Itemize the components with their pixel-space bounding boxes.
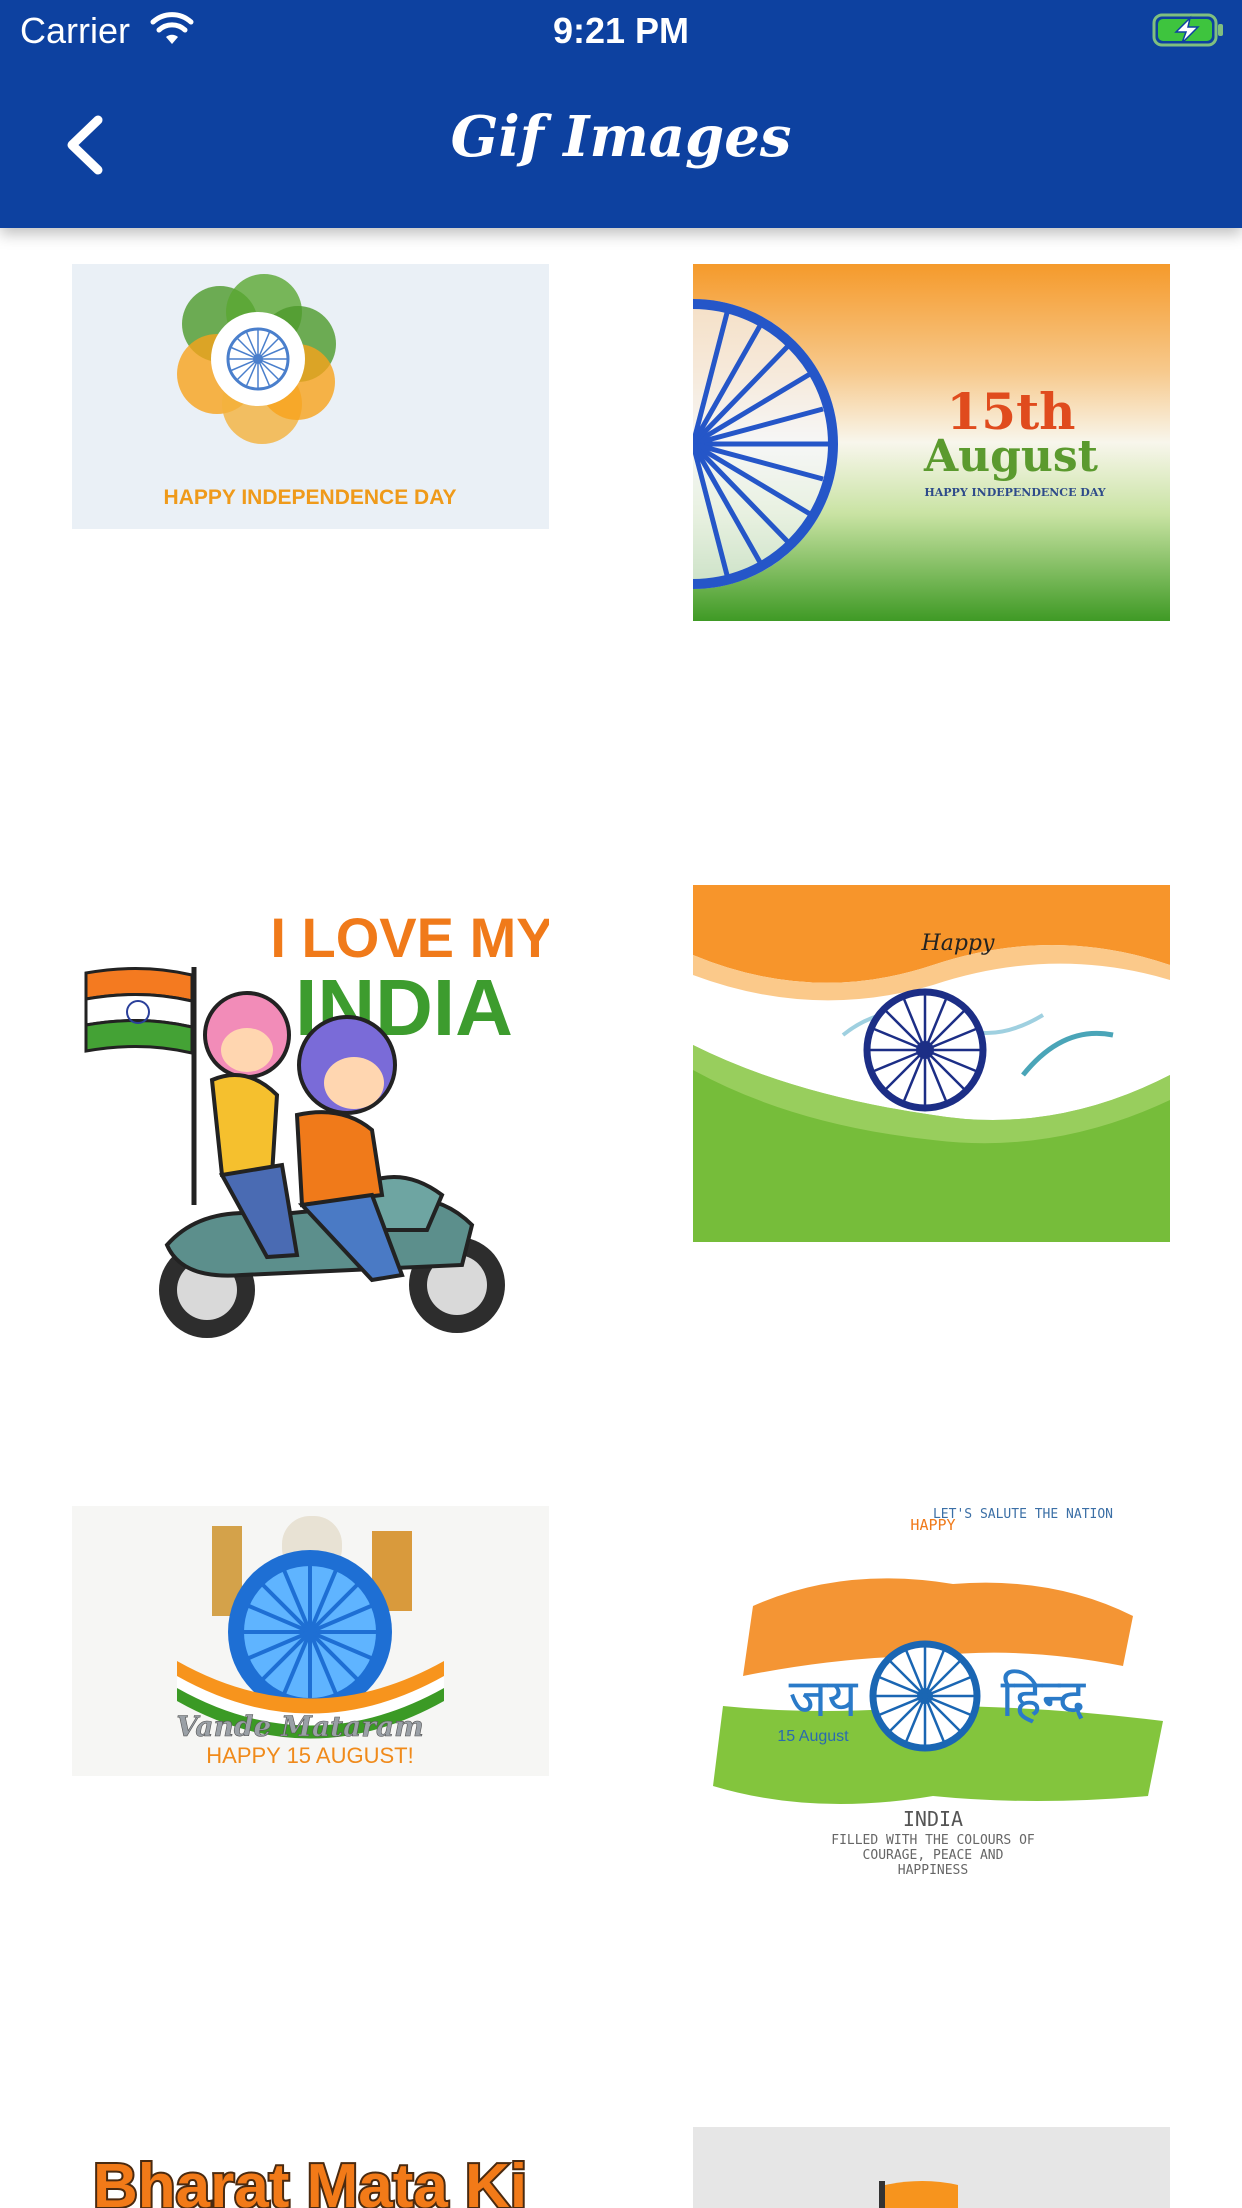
tile4-text: Happy	[921, 931, 995, 956]
gif-image-bharat-mata-ki: Bharat Mata Ki	[72, 2127, 549, 2208]
tile3-line1: I LOVE MY	[270, 906, 549, 969]
gif-tile-5[interactable]: Vande Mataram HAPPY 15 AUGUST!	[72, 1506, 549, 1776]
tile6-left: जय	[789, 1669, 859, 1729]
gif-image-15th-august: 15th August HAPPY INDEPENDENCE DAY	[693, 264, 1170, 621]
tile2-line2: August	[923, 431, 1099, 482]
gif-tile-2[interactable]: 15th August HAPPY INDEPENDENCE DAY	[693, 264, 1170, 621]
tile6-body1: FILLED WITH THE COLOURS OF	[831, 1833, 1035, 1848]
tile5-line2: HAPPY 15 AUGUST!	[206, 1743, 413, 1768]
gif-image-tricolor-wave: Happy	[693, 885, 1170, 1242]
tile1-caption: HAPPY INDEPENDENCE DAY	[164, 486, 457, 509]
gif-tile-1[interactable]: HAPPY INDEPENDENCE DAY	[72, 264, 549, 529]
app-header: Carrier 9:21 PM Gif Images	[0, 0, 1242, 228]
gif-tile-4[interactable]: Happy	[693, 885, 1170, 1242]
tile6-top: LET'S SALUTE THE NATION	[933, 1507, 1113, 1522]
navigation-bar: Gif Images	[0, 62, 1242, 228]
gif-tile-6[interactable]: LET'S SALUTE THE NATION HAPPY जय हिन्द 1…	[693, 1506, 1170, 1884]
tile6-happy: HAPPY	[910, 1516, 955, 1534]
gif-images-screen: Carrier 9:21 PM Gif Images HAPPY INDEPEN…	[0, 0, 1242, 2208]
gif-image-jai-hind: LET'S SALUTE THE NATION HAPPY जय हिन्द 1…	[693, 1506, 1170, 1884]
status-time: 9:21 PM	[552, 10, 690, 51]
tile5-line1: Vande Mataram	[176, 1710, 424, 1743]
battery-charging-icon	[1152, 13, 1223, 47]
tile6-date: 15 August	[777, 1728, 849, 1745]
gif-tile-8[interactable]	[693, 2127, 1170, 2208]
tile6-body2: COURAGE, PEACE AND	[863, 1848, 1004, 1863]
gif-tile-3[interactable]: I LOVE MY INDIA	[72, 885, 549, 1350]
gif-image-flag-pole	[693, 2127, 1170, 2208]
gif-image-independence-flower: HAPPY INDEPENDENCE DAY	[72, 264, 549, 529]
gif-image-i-love-my-india: I LOVE MY INDIA	[72, 885, 549, 1350]
tile6-country: INDIA	[903, 1807, 963, 1831]
gif-tile-7[interactable]: Bharat Mata Ki	[72, 2127, 549, 2208]
tile2-line3: HAPPY INDEPENDENCE DAY	[924, 486, 1105, 499]
status-bar: Carrier 9:21 PM	[0, 0, 1242, 62]
tile6-body3: HAPPINESS	[898, 1863, 968, 1878]
tile7-text: Bharat Mata Ki	[93, 2152, 527, 2208]
tile6-right: हिन्द	[1001, 1669, 1087, 1729]
gif-image-vande-mataram: Vande Mataram HAPPY 15 AUGUST!	[72, 1506, 549, 1776]
page-title: Gif Images	[450, 104, 792, 170]
